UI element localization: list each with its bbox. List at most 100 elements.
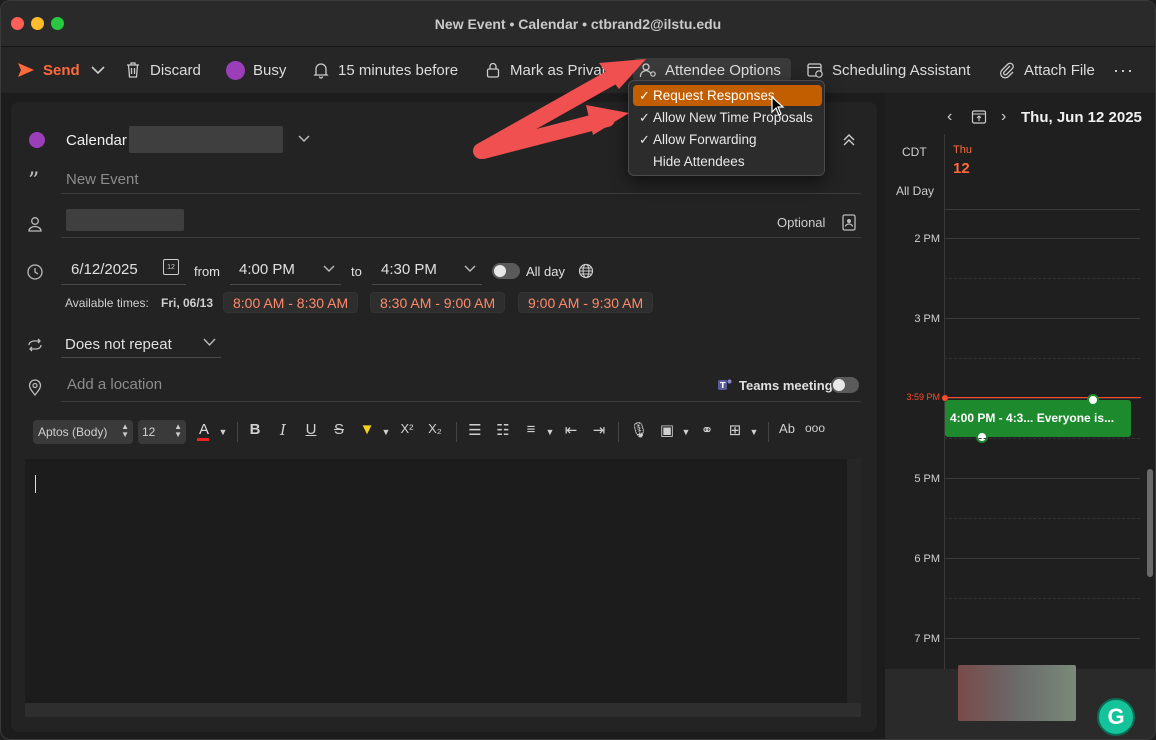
- location-input[interactable]: Add a location: [67, 376, 162, 393]
- spellcheck-icon[interactable]: Ab: [777, 421, 797, 436]
- decrease-indent-icon[interactable]: ⇤: [561, 421, 581, 439]
- bold-icon[interactable]: B: [245, 421, 265, 438]
- editor-scrollbar[interactable]: [847, 459, 861, 703]
- highlighter-icon[interactable]: ▼: [357, 421, 377, 438]
- attendee-options-button[interactable]: Attendee Options: [633, 58, 791, 82]
- menu-item-hide-attendees[interactable]: Hide Attendees: [633, 151, 822, 172]
- font-size-select[interactable]: 12 ▲ ▼: [138, 420, 186, 444]
- chevron-down-icon[interactable]: ▼: [376, 427, 396, 437]
- editor-horizontal-scrollbar[interactable]: [25, 703, 861, 717]
- link-icon[interactable]: ⚭: [697, 421, 717, 439]
- calendar-scrollbar[interactable]: [1147, 469, 1153, 577]
- hour-label: 6 PM: [914, 553, 940, 565]
- scheduling-assistant-button[interactable]: Scheduling Assistant: [806, 47, 970, 93]
- clock-icon: [27, 264, 43, 280]
- stepper-icon: ▲ ▼: [174, 422, 182, 439]
- next-day-icon[interactable]: ›: [1001, 108, 1006, 126]
- hour-label: 7 PM: [914, 633, 940, 645]
- text-caret: [35, 475, 36, 493]
- calendar-color-icon: [29, 132, 45, 148]
- time-slot-button[interactable]: 8:30 AM - 9:00 AM: [370, 292, 506, 313]
- end-time-picker[interactable]: 4:30 PM: [372, 255, 482, 285]
- available-times-label: Available times:: [65, 296, 149, 310]
- globe-icon[interactable]: [578, 263, 594, 279]
- reminder-button[interactable]: 15 minutes before: [312, 47, 458, 93]
- numbered-list-icon[interactable]: ☷: [493, 421, 513, 439]
- all-day-toggle[interactable]: [492, 263, 520, 279]
- font-color-icon[interactable]: A: [194, 421, 214, 441]
- optional-attendees-button[interactable]: Optional: [777, 215, 825, 230]
- body-editor[interactable]: [25, 459, 847, 703]
- hour-label: 2 PM: [914, 233, 940, 245]
- italic-icon[interactable]: I: [273, 421, 293, 439]
- event-block[interactable]: 4:00 PM - 4:3... Everyone is...: [945, 400, 1131, 437]
- attendee-field-line[interactable]: [61, 237, 861, 238]
- subscript-icon[interactable]: X₂: [425, 421, 445, 436]
- previous-day-icon[interactable]: ‹: [947, 108, 952, 126]
- teams-icon: T: [718, 379, 732, 390]
- superscript-icon[interactable]: X²: [397, 421, 417, 436]
- date-picker[interactable]: 6/12/2025 12: [61, 255, 186, 285]
- redacted-preview: [958, 665, 1076, 721]
- chevron-down-icon[interactable]: [203, 338, 216, 347]
- chevron-down-icon[interactable]: ▼: [676, 427, 696, 437]
- address-book-icon[interactable]: [841, 214, 857, 231]
- increase-indent-icon[interactable]: ⇥: [589, 421, 609, 439]
- table-icon[interactable]: ⊞: [725, 421, 745, 439]
- grid-line: [944, 398, 1140, 399]
- time-slot-button[interactable]: 8:00 AM - 8:30 AM: [223, 292, 359, 313]
- show-as-button[interactable]: Busy: [226, 47, 286, 93]
- font-family-select[interactable]: Aptos (Body) ▲ ▼: [33, 420, 133, 444]
- microphone-icon[interactable]: 🎙︎: [629, 421, 649, 439]
- align-icon[interactable]: ≡: [521, 421, 541, 438]
- grammarly-icon[interactable]: G: [1097, 698, 1135, 736]
- calendar-picker-icon[interactable]: 12: [163, 259, 179, 275]
- resize-handle-bottom[interactable]: [976, 431, 988, 443]
- title-bar: New Event • Calendar • ctbrand2@ilstu.ed…: [1, 1, 1155, 47]
- people-settings-icon: [639, 63, 656, 78]
- divider: [237, 422, 238, 442]
- chevron-down-icon[interactable]: [297, 134, 311, 144]
- more-format-icon[interactable]: ooo: [805, 421, 825, 435]
- send-button[interactable]: Send: [17, 47, 80, 93]
- resize-handle-top[interactable]: [1087, 394, 1099, 406]
- mark-private-button[interactable]: Mark as Private: [484, 47, 614, 93]
- menu-item-allow-forwarding[interactable]: ✓ Allow Forwarding: [633, 129, 822, 150]
- current-time-line: [945, 397, 1141, 398]
- bullet-list-icon[interactable]: ☰: [465, 421, 485, 439]
- send-options-chevron[interactable]: [89, 47, 107, 93]
- underline-icon[interactable]: U: [301, 421, 321, 438]
- grid-line: [944, 318, 1140, 319]
- end-time-value: 4:30 PM: [381, 261, 437, 278]
- menu-item-request-responses[interactable]: ✓ Request Responses: [633, 85, 822, 106]
- reminder-label: 15 minutes before: [338, 61, 459, 79]
- today-icon[interactable]: [971, 109, 987, 125]
- discard-button[interactable]: Discard: [124, 47, 201, 93]
- chevron-down-icon[interactable]: ▼: [540, 427, 560, 437]
- image-icon[interactable]: ▣: [657, 421, 677, 439]
- current-time-label: 3:59 PM: [906, 392, 940, 402]
- menu-item-label: Allow Forwarding: [653, 132, 757, 147]
- toolbar: Send Discard Busy 15 minutes before Mark…: [1, 47, 1155, 93]
- day-name: Thu: [953, 144, 972, 156]
- teams-label: Teams meeting: [739, 377, 833, 393]
- chevron-down-icon[interactable]: ▼: [213, 427, 233, 437]
- title-placeholder: New Event: [66, 171, 139, 188]
- more-options-button[interactable]: ···: [1113, 47, 1134, 93]
- menu-item-allow-new-time-proposals[interactable]: ✓ Allow New Time Proposals: [633, 107, 822, 128]
- teams-meeting-toggle[interactable]: [831, 377, 859, 393]
- attach-file-button[interactable]: Attach File: [998, 47, 1095, 93]
- time-slot-button[interactable]: 9:00 AM - 9:30 AM: [518, 292, 654, 313]
- divider: [768, 422, 769, 442]
- paperclip-icon: [1000, 62, 1014, 79]
- strikethrough-icon[interactable]: S: [329, 421, 349, 438]
- collapse-icon[interactable]: [841, 132, 857, 148]
- chevron-down-icon[interactable]: ▼: [744, 427, 764, 437]
- lock-icon: [486, 62, 500, 78]
- calendar-selector-label[interactable]: Calendar: [66, 132, 127, 149]
- start-time-picker[interactable]: 4:00 PM: [230, 255, 341, 285]
- discard-label: Discard: [150, 61, 201, 79]
- menu-item-label: Request Responses: [653, 88, 775, 103]
- repeat-icon: [28, 338, 42, 352]
- repeat-selector[interactable]: Does not repeat: [65, 336, 172, 353]
